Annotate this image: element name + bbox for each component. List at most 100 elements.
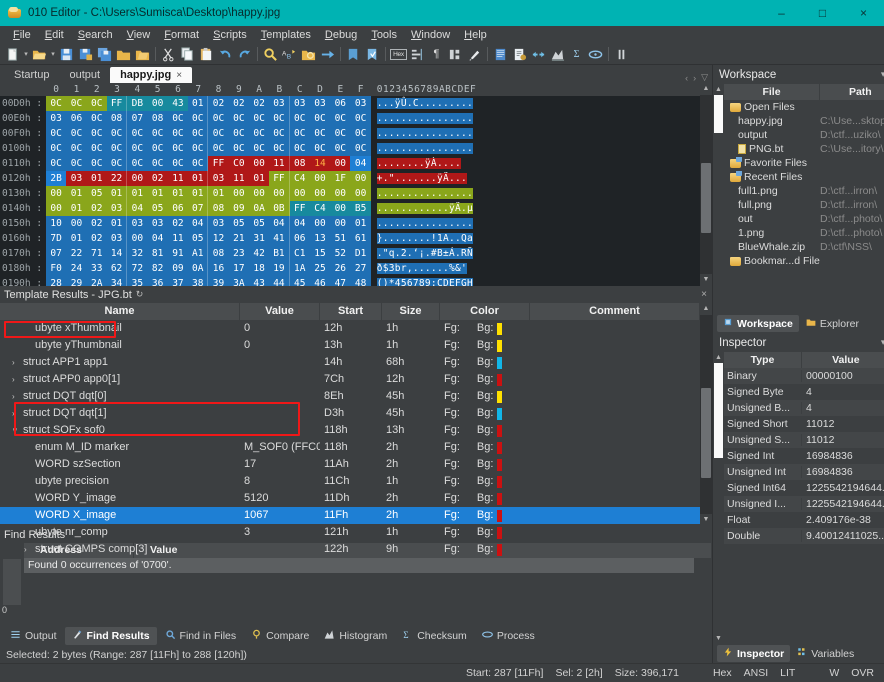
hex-byte[interactable]: D1	[350, 246, 371, 261]
hex-byte[interactable]: 03	[269, 96, 290, 111]
hex-byte[interactable]: 1F	[330, 171, 351, 186]
hex-byte[interactable]: 10	[46, 216, 67, 231]
hex-byte[interactable]: 23	[228, 246, 249, 261]
workspace-item[interactable]: BlueWhale.zip D:\ctf\NSS\	[724, 240, 884, 254]
hex-byte[interactable]: 08	[208, 246, 229, 261]
hex-byte[interactable]: 00	[330, 216, 351, 231]
maximize-button[interactable]: □	[802, 0, 843, 26]
compare-icon[interactable]	[529, 45, 548, 64]
hex-ascii[interactable]: +.".......ÿÄ...	[376, 173, 468, 184]
inspector-gutter-thumb[interactable]	[714, 363, 723, 458]
template-row-color[interactable]: Fg: Bg:	[440, 388, 530, 405]
workspace-item[interactable]: out D:\ctf...photo\	[724, 212, 884, 226]
hex-byte[interactable]: 37	[167, 276, 189, 286]
workspace-tree[interactable]: Open Files happy.jpg C:\Use...sktop\ output…	[724, 100, 884, 314]
hex-byte[interactable]: 0C	[208, 111, 229, 126]
hex-ascii[interactable]: }........!1A..Qa	[376, 233, 474, 244]
hex-byte[interactable]: 28	[46, 276, 67, 286]
hex-byte[interactable]: 0C	[188, 126, 209, 141]
hex-byte[interactable]: 04	[188, 216, 209, 231]
hex-byte[interactable]: 0C	[188, 111, 209, 126]
template-results-grid[interactable]: Name Value Start Size Color Comment ubyte xTh…	[0, 303, 712, 556]
hex-byte[interactable]: 0C	[188, 156, 209, 171]
hex-byte[interactable]: 0C	[309, 141, 331, 156]
hex-byte[interactable]: 0C	[269, 126, 290, 141]
hex-byte[interactable]: FF	[269, 171, 290, 186]
color-swatch[interactable]	[497, 339, 503, 352]
hex-byte[interactable]: 0C	[46, 141, 67, 156]
hex-byte[interactable]: 01	[66, 201, 87, 216]
open-file-icon[interactable]	[30, 45, 49, 64]
template-row-color[interactable]: Fg: Bg:	[440, 371, 530, 388]
hex-row[interactable]: 00F0h :0C 0C 0C 0C 0C 0C 0C 0C 0C 0C 0C 0C 0C 0C 0C 0C.…	[0, 126, 700, 141]
hex-byte[interactable]: 0B	[269, 201, 290, 216]
inspector-row-value[interactable]: 1225542194644...	[802, 482, 884, 494]
hex-row[interactable]: 0140h :00 01 02 03 04 05 06 07 08 09 0A 0B FF C4 00 B5.…	[0, 201, 700, 216]
hex-byte[interactable]: 04	[147, 231, 168, 246]
template-row[interactable]: ubyte nr_comp 3 121h 1h Fg: Bg:	[0, 524, 700, 541]
hex-byte[interactable]: 46	[309, 276, 331, 286]
inspector-gutter-up-arrow[interactable]: ▲	[713, 352, 724, 363]
menu-item-templates[interactable]: Templates	[254, 26, 318, 44]
scroll-up-arrow[interactable]: ▲	[700, 83, 712, 95]
hex-row[interactable]: 0100h :0C 0C 0C 0C 0C 0C 0C 0C 0C 0C 0C 0C 0C 0C 0C 0C.…	[0, 141, 700, 156]
run-script-icon[interactable]	[510, 45, 529, 64]
hex-byte[interactable]: 06	[66, 111, 87, 126]
workspace-gutter-up-arrow[interactable]: ▲	[713, 84, 724, 95]
hex-byte[interactable]: 0C	[309, 111, 331, 126]
hex-byte[interactable]: 00	[309, 186, 331, 201]
bottom-tab-process[interactable]: Process	[475, 627, 542, 645]
hex-byte[interactable]: 0C	[167, 126, 189, 141]
bottom-tab-checksum[interactable]: Σ Checksum	[395, 627, 474, 645]
hex-byte[interactable]: 0C	[46, 126, 67, 141]
hex-byte[interactable]: 00	[46, 201, 67, 216]
workspace-item[interactable]: PNG.bt C:\Use...itory\	[724, 142, 884, 156]
template-row-color[interactable]: Fg: Bg:	[440, 524, 530, 541]
hex-byte[interactable]: 11	[269, 156, 290, 171]
color-swatch[interactable]	[497, 543, 503, 556]
bottom-tab-output[interactable]: Output	[3, 627, 64, 645]
hex-byte[interactable]: 38	[188, 276, 209, 286]
scroll-down-arrow[interactable]: ▼	[700, 274, 712, 286]
color-swatch[interactable]	[497, 356, 503, 369]
hex-byte[interactable]: 03	[147, 216, 168, 231]
hex-byte[interactable]: 0C	[147, 156, 168, 171]
status-endian[interactable]: LIT	[780, 667, 795, 679]
cut-icon[interactable]	[159, 45, 178, 64]
hex-byte[interactable]: 03	[66, 171, 87, 186]
bottom-tab-compare[interactable]: Compare	[244, 627, 316, 645]
hex-byte[interactable]: 01	[208, 186, 229, 201]
hex-byte[interactable]: 47	[330, 276, 351, 286]
bottom-tab-find-results[interactable]: Find Results	[64, 627, 157, 645]
hex-byte[interactable]: 34	[106, 276, 128, 286]
hex-ascii[interactable]: ()*456789:CDEFGH	[376, 278, 474, 286]
workspace-tab-workspace[interactable]: Workspace	[717, 315, 799, 332]
hex-byte[interactable]: 01	[106, 216, 128, 231]
copy-icon[interactable]	[178, 45, 197, 64]
template-row-color[interactable]: Fg: Bg:	[440, 490, 530, 507]
hex-byte[interactable]: 0C	[188, 141, 209, 156]
hex-byte[interactable]: FF	[289, 201, 310, 216]
hex-byte[interactable]: 05	[248, 216, 270, 231]
hex-byte[interactable]: 14	[309, 156, 331, 171]
hex-row[interactable]: 00D0h :0C 0C 0C FF DB 00 43 01 02 02 02 03 03 03 06 03.…	[0, 96, 700, 111]
hex-byte[interactable]: 25	[309, 261, 331, 276]
hex-byte[interactable]: C1	[289, 246, 310, 261]
menu-item-scripts[interactable]: Scripts	[206, 26, 254, 44]
hex-row[interactable]: 0130h :00 01 05 01 01 01 01 01 01 00 00 00 00 00 00 00.…	[0, 186, 700, 201]
inspector-row-value[interactable]: 11012	[802, 434, 884, 446]
inspector-row[interactable]: Unsigned I... 1225542194644...	[724, 496, 884, 512]
inspector-row[interactable]: Float 2.409176e-38	[724, 512, 884, 528]
chevron-right-icon[interactable]: ›	[12, 388, 23, 405]
hex-byte[interactable]: 0C	[330, 141, 351, 156]
close-button[interactable]: ×	[843, 0, 884, 26]
template-row-color[interactable]: Fg: Bg:	[440, 541, 530, 558]
hex-byte[interactable]: 06	[289, 231, 310, 246]
template-row[interactable]: › struct APP0 app0[1] 7Ch 12h Fg: Bg:	[0, 371, 700, 388]
menu-item-edit[interactable]: Edit	[38, 26, 71, 44]
hex-byte[interactable]: 03	[46, 111, 67, 126]
hex-byte[interactable]: 0C	[228, 141, 249, 156]
hex-editor[interactable]: 0 1 2 3 4 5 6 7 8 9 A B C D E F 0123456789ABCDEF 00D0h :…	[0, 83, 712, 286]
hex-byte[interactable]: 01	[167, 186, 189, 201]
process-icon[interactable]	[586, 45, 605, 64]
